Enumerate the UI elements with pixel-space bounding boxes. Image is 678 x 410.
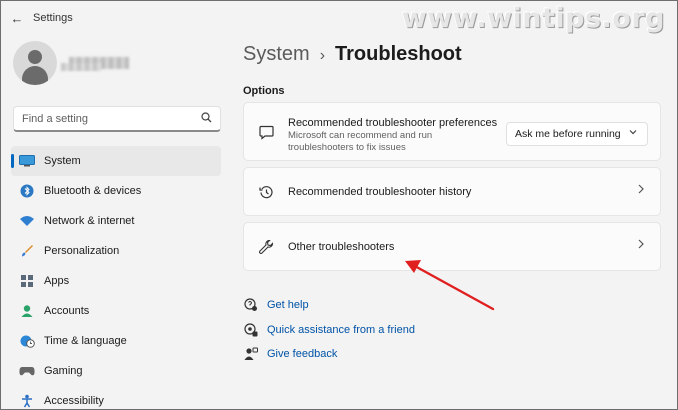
help-links: Get help Quick assistance from a friend …: [243, 293, 415, 367]
breadcrumb: System › Troubleshoot: [243, 43, 462, 66]
section-label-options: Options: [243, 85, 285, 97]
brush-icon: [19, 243, 35, 259]
give-feedback-link[interactable]: Give feedback: [243, 342, 415, 367]
sidebar-item-accessibility[interactable]: Accessibility: [11, 386, 221, 409]
card-troubleshooter-history[interactable]: Recommended troubleshooter history: [243, 167, 661, 216]
sidebar-item-gaming[interactable]: Gaming: [11, 356, 221, 386]
card-other-troubleshooters[interactable]: Other troubleshooters: [243, 222, 661, 271]
troubleshooter-preference-dropdown[interactable]: Ask me before running: [506, 122, 648, 146]
feedback-icon: [243, 346, 259, 362]
card-title: Other troubleshooters: [288, 241, 395, 253]
sidebar: System Bluetooth & devices Network & int…: [1, 35, 229, 409]
sidebar-item-label: Personalization: [44, 245, 120, 257]
link-label: Give feedback: [267, 348, 338, 361]
breadcrumb-system[interactable]: System: [243, 43, 310, 65]
wrench-icon: [258, 239, 274, 255]
sidebar-item-label: System: [44, 155, 81, 167]
history-icon: [258, 184, 274, 200]
accessibility-icon: [19, 393, 35, 409]
search-input[interactable]: [22, 112, 201, 125]
link-label: Get help: [267, 299, 309, 312]
chevron-right-icon: [636, 183, 646, 198]
sidebar-nav: System Bluetooth & devices Network & int…: [11, 146, 221, 409]
user-avatar-icon: [13, 41, 57, 85]
help-icon: [243, 297, 259, 313]
card-description: Microsoft can recommend and run troubles…: [288, 130, 433, 153]
chat-bubble-icon: [258, 124, 274, 140]
sidebar-item-label: Network & internet: [44, 215, 135, 227]
sidebar-item-label: Bluetooth & devices: [44, 185, 142, 197]
card-troubleshooter-preferences: Recommended troubleshooter preferences M…: [243, 102, 661, 161]
quick-assist-icon: [243, 322, 259, 338]
sidebar-item-label: Accounts: [44, 305, 90, 317]
wifi-icon: [19, 213, 35, 229]
breadcrumb-separator: ›: [319, 47, 326, 64]
clock-globe-icon: [19, 333, 35, 349]
search-icon: [201, 111, 212, 126]
dropdown-value: Ask me before running: [515, 128, 621, 140]
sidebar-item-label: Time & language: [44, 335, 127, 347]
bluetooth-icon: [19, 183, 35, 199]
sidebar-item-time-language[interactable]: Time & language: [11, 326, 221, 356]
gamepad-icon: [19, 363, 35, 379]
sidebar-item-system[interactable]: System: [11, 146, 221, 176]
search-box[interactable]: [13, 106, 221, 132]
sidebar-item-bluetooth[interactable]: Bluetooth & devices: [11, 176, 221, 206]
chevron-down-icon: [628, 127, 638, 140]
back-button[interactable]: ←: [1, 1, 33, 35]
redacted-user-email: [61, 63, 101, 71]
get-help-link[interactable]: Get help: [243, 293, 415, 318]
accounts-icon: [19, 303, 35, 319]
sidebar-item-label: Accessibility: [44, 395, 104, 407]
sidebar-item-accounts[interactable]: Accounts: [11, 296, 221, 326]
system-icon: [19, 153, 35, 169]
sidebar-item-network[interactable]: Network & internet: [11, 206, 221, 236]
link-label: Quick assistance from a friend: [267, 323, 415, 336]
settings-window: ← Settings www.wintips.org System: [0, 0, 678, 410]
sidebar-item-label: Gaming: [44, 365, 83, 377]
card-title: Recommended troubleshooter preferences: [288, 117, 498, 129]
sidebar-item-apps[interactable]: Apps: [11, 266, 221, 296]
back-arrow-icon: ←: [10, 10, 24, 26]
sidebar-item-personalization[interactable]: Personalization: [11, 236, 221, 266]
apps-icon: [19, 273, 35, 289]
chevron-right-icon: [636, 238, 646, 253]
quick-assistance-link[interactable]: Quick assistance from a friend: [243, 318, 415, 343]
app-title: Settings: [33, 12, 73, 24]
sidebar-item-label: Apps: [44, 275, 70, 287]
watermark: www.wintips.org: [401, 3, 665, 34]
card-title: Recommended troubleshooter history: [288, 186, 472, 198]
page-title: Troubleshoot: [335, 43, 462, 65]
